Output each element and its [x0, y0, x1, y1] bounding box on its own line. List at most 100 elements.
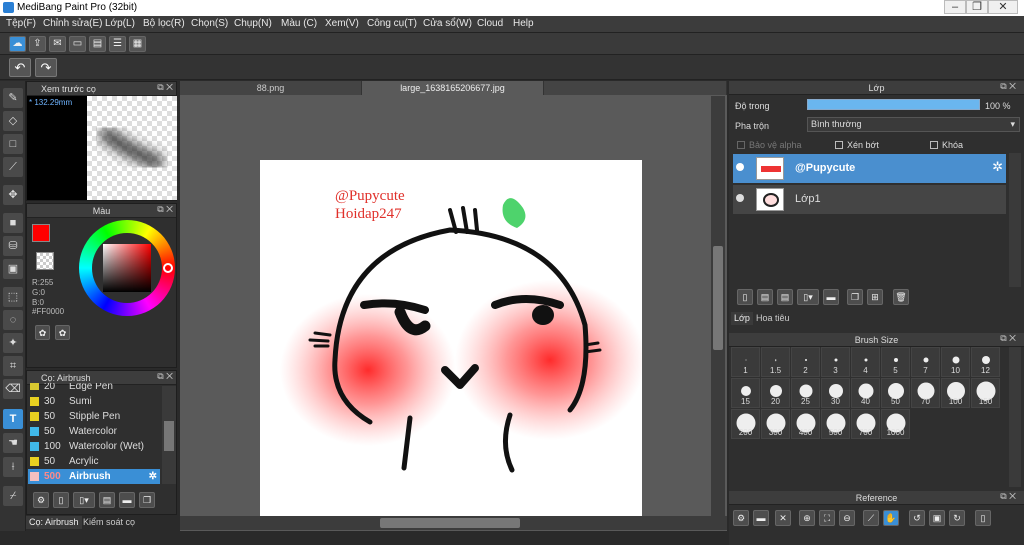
hand-tool-icon[interactable]: ☚: [3, 433, 23, 453]
panel-controls-icon[interactable]: ⧉ ✕: [157, 204, 173, 215]
brush-size-cell[interactable]: 200: [731, 409, 760, 439]
brush-size-cell[interactable]: 5: [881, 347, 910, 377]
pen-tool-icon[interactable]: ⟋: [3, 157, 23, 177]
reference-lock-icon[interactable]: ▯: [975, 510, 991, 526]
eyedropper-tool-icon[interactable]: ⟊: [3, 457, 23, 477]
layer-gear-icon[interactable]: ✲: [992, 159, 1003, 175]
menu-tools[interactable]: Công cụ(T): [367, 18, 417, 29]
panel-controls-icon[interactable]: ⧉ ✕: [1000, 491, 1016, 502]
brush-doc-icon[interactable]: ▤: [99, 492, 115, 508]
layer-doc-icon[interactable]: ▤: [757, 289, 773, 305]
menu-edit[interactable]: Chỉnh sửa(E): [43, 18, 103, 29]
tab-document-1[interactable]: 88.png: [180, 81, 362, 95]
blend-select[interactable]: Bình thường ▾: [807, 117, 1020, 132]
menu-file[interactable]: Tệp(F): [6, 18, 36, 29]
restore-button[interactable]: ❐: [966, 0, 988, 14]
eye-icon[interactable]: [736, 194, 744, 202]
tab-navigator[interactable]: Hoa tiêu: [753, 312, 793, 325]
menu-window[interactable]: Cửa sổ(W): [423, 18, 472, 29]
tab-layers[interactable]: Lớp: [731, 312, 753, 325]
secondary-color-swatch[interactable]: [36, 252, 54, 270]
brush-size-cell[interactable]: 300: [761, 409, 790, 439]
brush-size-cell[interactable]: 150: [971, 378, 1000, 408]
color-wheel[interactable]: [79, 220, 175, 316]
brush-settings-icon[interactable]: ⚙: [33, 492, 49, 508]
gradient-tool-icon[interactable]: ▣: [3, 259, 23, 279]
list-item[interactable]: 20 Edge Pen: [28, 383, 160, 391]
brush-size-cell[interactable]: 7: [911, 347, 940, 377]
grid-icon[interactable]: ▦: [129, 36, 146, 52]
opacity-slider[interactable]: [807, 99, 980, 110]
lasso-tool-icon[interactable]: ◌: [3, 310, 23, 330]
menu-color[interactable]: Màu (C): [281, 18, 317, 29]
layer-folder-icon[interactable]: ▬: [823, 289, 839, 305]
hand-icon[interactable]: ✋: [883, 510, 899, 526]
fit-icon[interactable]: ⛶: [819, 510, 835, 526]
brush-size-cell[interactable]: 1.5: [761, 347, 790, 377]
brush-size-cell[interactable]: 30: [821, 378, 850, 408]
menu-filter[interactable]: Bộ lọc(R): [143, 18, 185, 29]
menu-capture[interactable]: Chụp(N): [234, 18, 272, 29]
layer-row-selected[interactable]: @Pupycute ✲: [733, 154, 1006, 183]
dropper-tool-icon[interactable]: ⌿: [3, 486, 23, 506]
zoom-out-icon[interactable]: ⊖: [839, 510, 855, 526]
brush-list-scrollbar[interactable]: [162, 386, 176, 484]
reference-settings-icon[interactable]: ⚙: [733, 510, 749, 526]
magic-wand-tool-icon[interactable]: ✦: [3, 333, 23, 353]
menu-view[interactable]: Xem(V): [325, 18, 359, 29]
select-eraser-tool-icon[interactable]: ⌫: [3, 379, 23, 399]
primary-color-swatch[interactable]: [32, 224, 50, 242]
layer-list-scrollbar[interactable]: [1009, 153, 1021, 287]
eraser-tool-icon[interactable]: ◇: [3, 111, 23, 131]
undo-icon[interactable]: ↶: [9, 58, 31, 77]
redo-icon[interactable]: ↷: [35, 58, 57, 77]
message-icon[interactable]: ▭: [69, 36, 86, 52]
list-item[interactable]: 30 Sumi: [28, 394, 160, 409]
bucket-tool-icon[interactable]: ⛁: [3, 236, 23, 256]
brush-size-cell[interactable]: 15: [731, 378, 760, 408]
brush-folder-icon[interactable]: ▬: [119, 492, 135, 508]
layer-row[interactable]: Lớp1: [733, 185, 1006, 214]
brush-size-cell[interactable]: 4: [851, 347, 880, 377]
panel-controls-icon[interactable]: ⧉ ✕: [1000, 81, 1016, 92]
zoom-in-icon[interactable]: ⊕: [799, 510, 815, 526]
brush-size-cell[interactable]: 400: [791, 409, 820, 439]
brush-size-cell[interactable]: 1: [731, 347, 760, 377]
brush-size-cell[interactable]: 50: [881, 378, 910, 408]
brush-copy-icon[interactable]: ❐: [139, 492, 155, 508]
list-icon[interactable]: ☰: [109, 36, 126, 52]
tab-document-2[interactable]: large_1638165206677.jpg: [362, 81, 544, 95]
comment-icon[interactable]: ✉: [49, 36, 66, 52]
brush-size-cell[interactable]: 3: [821, 347, 850, 377]
eyedropper-icon[interactable]: ⟋: [863, 510, 879, 526]
add-brush-dropdown-icon[interactable]: ▯▾: [73, 492, 95, 508]
clip-checkbox[interactable]: Xén bớt: [835, 140, 879, 150]
duplicate-layer-icon[interactable]: ❐: [847, 289, 863, 305]
new-brush-icon[interactable]: ▯: [53, 492, 69, 508]
add-layer-dropdown-icon[interactable]: ▯▾: [797, 289, 819, 305]
select-pen-tool-icon[interactable]: ⌗: [3, 356, 23, 376]
palette-icon[interactable]: ✿: [35, 325, 50, 340]
new-layer-icon[interactable]: ▯: [737, 289, 753, 305]
hue-handle[interactable]: [163, 263, 173, 273]
menu-help[interactable]: Help: [513, 18, 534, 29]
panel-controls-icon[interactable]: ⧉ ✕: [157, 371, 173, 382]
brush-size-cell[interactable]: 700: [851, 409, 880, 439]
minimize-button[interactable]: –: [944, 0, 966, 14]
move-tool-icon[interactable]: ✥: [3, 185, 23, 205]
menu-select[interactable]: Chọn(S): [191, 18, 228, 29]
text-tool-icon[interactable]: T: [3, 409, 23, 429]
panel-controls-icon[interactable]: ⧉ ✕: [1000, 333, 1016, 344]
brush-size-cell[interactable]: 100: [941, 378, 970, 408]
brush-size-cell[interactable]: 500: [821, 409, 850, 439]
canvas-horizontal-scrollbar[interactable]: [180, 516, 727, 530]
close-button[interactable]: ✕: [988, 0, 1018, 14]
reference-open-icon[interactable]: ▬: [753, 510, 769, 526]
list-item[interactable]: 50 Stipple Pen: [28, 409, 160, 424]
document-icon[interactable]: ▤: [89, 36, 106, 52]
brush-size-cell[interactable]: 20: [761, 378, 790, 408]
brush-size-cell[interactable]: 12: [971, 347, 1000, 377]
brush-size-cell[interactable]: 1000: [881, 409, 910, 439]
brush-size-cell[interactable]: 40: [851, 378, 880, 408]
canvas-vertical-scrollbar[interactable]: [711, 96, 725, 516]
